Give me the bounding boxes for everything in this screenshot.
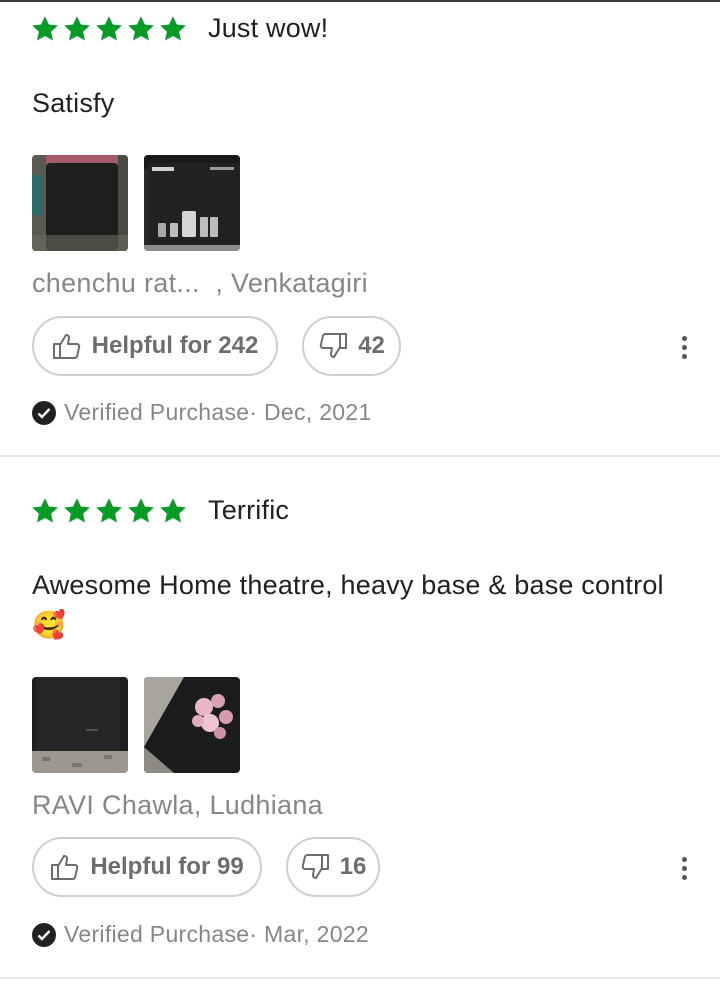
flowers-photo-image: [144, 677, 240, 773]
star-icon: [96, 498, 122, 523]
review-photo-flowers[interactable]: [144, 677, 240, 773]
thumbs-up-icon: [52, 334, 80, 359]
helpful-button[interactable]: Helpful for 99: [32, 837, 262, 897]
unhelpful-button[interactable]: 16: [286, 837, 380, 897]
review-body: Awesome Home theatre, heavy base & base …: [32, 565, 672, 645]
unhelpful-count: 42: [358, 332, 385, 359]
star-icon: [160, 498, 186, 523]
review-photo-speaker[interactable]: [32, 155, 128, 251]
review-body-text: Awesome Home theatre, heavy base & base …: [32, 570, 664, 600]
verified-label: Verified Purchase: [64, 921, 250, 947]
verified-label: Verified Purchase: [64, 399, 250, 425]
review-author: RAVI Chawla, Ludhiana: [32, 790, 323, 820]
rating-stars: [30, 496, 188, 526]
review-title: Terrific: [208, 495, 290, 525]
thumbs-down-icon: [319, 333, 348, 358]
rating-stars: [30, 14, 188, 44]
unhelpful-button[interactable]: 42: [302, 316, 401, 376]
star-icon: [64, 16, 90, 41]
unhelpful-count: 16: [339, 853, 367, 880]
verified-check-icon: [32, 400, 56, 425]
star-icon: [64, 498, 90, 523]
review-date: · Mar, 2022: [249, 921, 370, 947]
review-card: Just wow! Satisfy chenchu rat... , Venka…: [0, 0, 720, 456]
home-theatre-box-photo-image: [144, 155, 240, 251]
speaker-photo-image: [32, 155, 128, 251]
review-body: Satisfy: [32, 83, 672, 123]
review-card: Terrific Awesome Home theatre, heavy bas…: [0, 457, 720, 977]
thumbs-down-icon: [301, 854, 329, 879]
star-icon: [128, 498, 154, 523]
star-icon: [128, 16, 154, 41]
review-date: · Dec, 2021: [249, 399, 372, 425]
verified-purchase: Verified Purchase· Mar, 2022: [32, 921, 369, 948]
thumbs-up-icon: [51, 855, 79, 880]
review-author: chenchu rat... , Venkatagiri: [32, 268, 368, 298]
review-photo-subwoofer[interactable]: [32, 677, 128, 773]
more-options-icon[interactable]: [670, 327, 698, 367]
helpful-button[interactable]: Helpful for 242: [32, 316, 278, 376]
star-icon: [96, 16, 122, 41]
smiling-hearts-emoji-icon: 🥰: [32, 610, 66, 640]
helpful-label: Helpful for 242: [91, 332, 259, 359]
star-icon: [32, 498, 58, 523]
verified-check-icon: [32, 922, 56, 947]
verified-purchase: Verified Purchase· Dec, 2021: [32, 399, 372, 426]
review-photo-box[interactable]: [144, 155, 240, 251]
review-divider: [0, 977, 720, 979]
review-body-text: Satisfy: [32, 88, 115, 118]
more-options-icon[interactable]: [670, 848, 698, 888]
helpful-label: Helpful for 99: [90, 853, 244, 880]
subwoofer-photo-image: [32, 677, 128, 773]
star-icon: [32, 16, 58, 41]
review-title: Just wow!: [208, 13, 329, 43]
star-icon: [160, 16, 186, 41]
